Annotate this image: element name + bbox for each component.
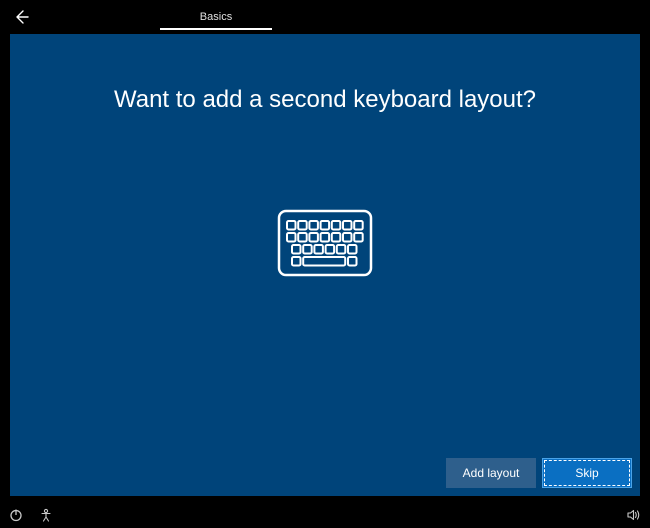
volume-icon [627, 508, 642, 522]
volume-button[interactable] [626, 507, 642, 523]
tab-label: Basics [200, 11, 232, 23]
skip-button[interactable]: Skip [542, 458, 632, 488]
power-button[interactable] [8, 507, 24, 523]
page-title: Want to add a second keyboard layout? [114, 86, 536, 114]
system-bar [0, 502, 650, 528]
add-layout-button[interactable]: Add layout [446, 458, 536, 488]
action-buttons: Add layout Skip [446, 458, 632, 488]
back-button[interactable] [10, 6, 32, 28]
keyboard-icon [277, 209, 373, 277]
back-arrow-icon [13, 9, 29, 25]
power-icon [9, 508, 23, 522]
ease-of-access-button[interactable] [38, 507, 54, 523]
skip-label: Skip [575, 466, 598, 480]
keyboard-illustration [277, 209, 373, 277]
ease-of-access-icon [39, 508, 53, 522]
tab-basics[interactable]: Basics [160, 11, 272, 30]
main-panel: Want to add a second keyboard layout? [10, 34, 640, 496]
top-bar: Basics [0, 0, 650, 30]
add-layout-label: Add layout [463, 466, 520, 480]
oobe-screen: Basics Want to add a second keyboard lay… [0, 0, 650, 528]
